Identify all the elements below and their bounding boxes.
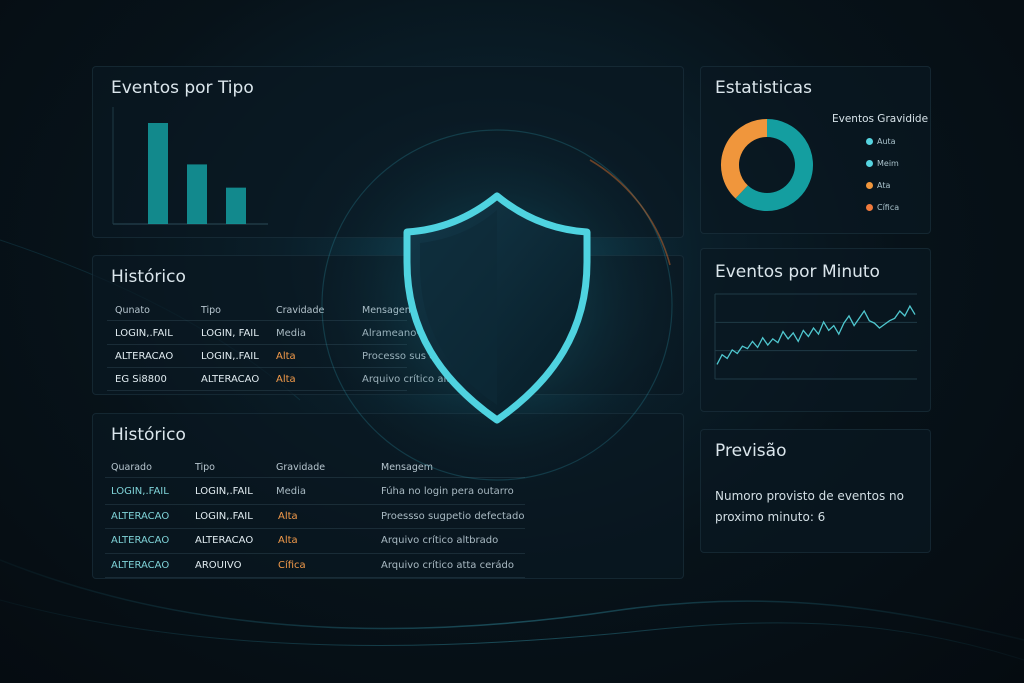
- legend-swatch: [866, 160, 873, 167]
- legend-swatch: [866, 138, 873, 145]
- table-cell: Fúha no login pera outarro: [381, 486, 514, 497]
- table-cell: ALTERACAO: [201, 374, 260, 385]
- table-cell: Alta: [276, 374, 296, 385]
- table-cell: Proessso sugpetio defectado: [381, 510, 525, 522]
- row-divider: [105, 552, 525, 554]
- row-divider: [107, 390, 407, 391]
- legend-label: Ata: [877, 181, 891, 190]
- table-cell: Alta: [276, 351, 296, 362]
- row-divider: [107, 367, 407, 368]
- legend-label: Meim: [877, 159, 899, 168]
- table-cell: Media: [276, 328, 307, 339]
- table-cell: Arquivo crítico altbrado: [381, 535, 499, 546]
- forecast-line-2: proximo minuto: 6: [715, 510, 826, 524]
- forecast-text: Numoro provisto de eventos no proximo mi…: [715, 486, 904, 528]
- table-cell: Arquivo crítico atta cerádo: [381, 559, 514, 571]
- statistics-panel: Estatisticas Eventos Gravidide Auta Meim A…: [700, 66, 931, 234]
- row-divider: [105, 503, 525, 505]
- table-cell: AROUIVO: [195, 559, 242, 571]
- legend-swatch: [866, 204, 873, 211]
- panel-title: Previsão: [715, 441, 787, 461]
- column-header: Tipo: [195, 462, 215, 473]
- legend-title: Eventos Gravidide: [832, 113, 929, 125]
- table-cell: Cífica: [278, 559, 306, 571]
- series-line: [716, 304, 916, 365]
- column-header: Mensagem: [381, 462, 433, 473]
- table-cell: LOGIN,.FAIL: [111, 486, 169, 497]
- table-cell: LOGIN,.FAIL: [195, 510, 253, 522]
- column-header: Tipo: [201, 305, 221, 316]
- row-divider: [105, 528, 525, 529]
- table-cell: Alta: [278, 510, 298, 522]
- table-cell: Media: [276, 486, 307, 497]
- column-header: Gravidade: [276, 462, 326, 473]
- table-cell: Arquivo crítico altad: [362, 374, 463, 385]
- events-by-type-chart: [112, 107, 268, 225]
- table-cell: ALTERACAO: [111, 535, 170, 546]
- table-cell: ALTERACAO: [115, 351, 174, 362]
- legend-swatch: [866, 182, 873, 189]
- table-cell: ALTERACAO: [111, 559, 170, 571]
- table-cell: LOGIN,.FAIL: [201, 351, 259, 362]
- column-header: Quarado: [111, 462, 152, 473]
- table-cell: ALTERACAO: [195, 535, 254, 546]
- donut-slice: [721, 119, 768, 199]
- header-divider: [107, 320, 407, 321]
- column-header: Qunato: [115, 305, 150, 316]
- events-by-type-panel: Eventos por Tipo: [92, 66, 684, 238]
- legend-label: Auta: [877, 137, 896, 146]
- panel-title: Histórico: [111, 267, 186, 287]
- forecast-panel: Previsão Numoro provisto de eventos no p…: [700, 429, 931, 553]
- bar: [187, 164, 207, 224]
- header-divider: [105, 477, 525, 478]
- row-divider: [105, 577, 525, 578]
- row-divider: [107, 344, 407, 345]
- events-per-minute-chart: [714, 293, 917, 380]
- history-large-panel: Histórico Quarado Tipo Gravidade Mensagem LO…: [92, 413, 684, 579]
- table-cell: Alta: [278, 535, 298, 546]
- legend-label: Cífica: [877, 203, 900, 212]
- column-header: Mensagem: [362, 305, 414, 316]
- table-cell: LOGIN, FAIL: [201, 328, 259, 339]
- bar: [148, 123, 168, 224]
- history-small-panel: Histórico Qunato Tipo Cravidade Mensagem LOG…: [92, 255, 684, 395]
- table-cell: ALTERACAO: [111, 510, 170, 522]
- table-cell: EG Si8800: [115, 374, 167, 385]
- table-cell: Processo sus ooo: [362, 351, 448, 362]
- table-cell: LOGIN,.FAIL: [115, 328, 173, 339]
- panel-title: Histórico: [111, 425, 186, 445]
- table-cell: Alrameano-rio: [362, 328, 434, 339]
- forecast-line-1: Numoro provisto de eventos no: [715, 489, 904, 503]
- events-per-minute-panel: Eventos por Minuto: [700, 248, 931, 412]
- bar: [226, 187, 246, 224]
- column-header: Cravidade: [276, 305, 325, 316]
- table-cell: LOGIN,.FAIL: [195, 486, 253, 497]
